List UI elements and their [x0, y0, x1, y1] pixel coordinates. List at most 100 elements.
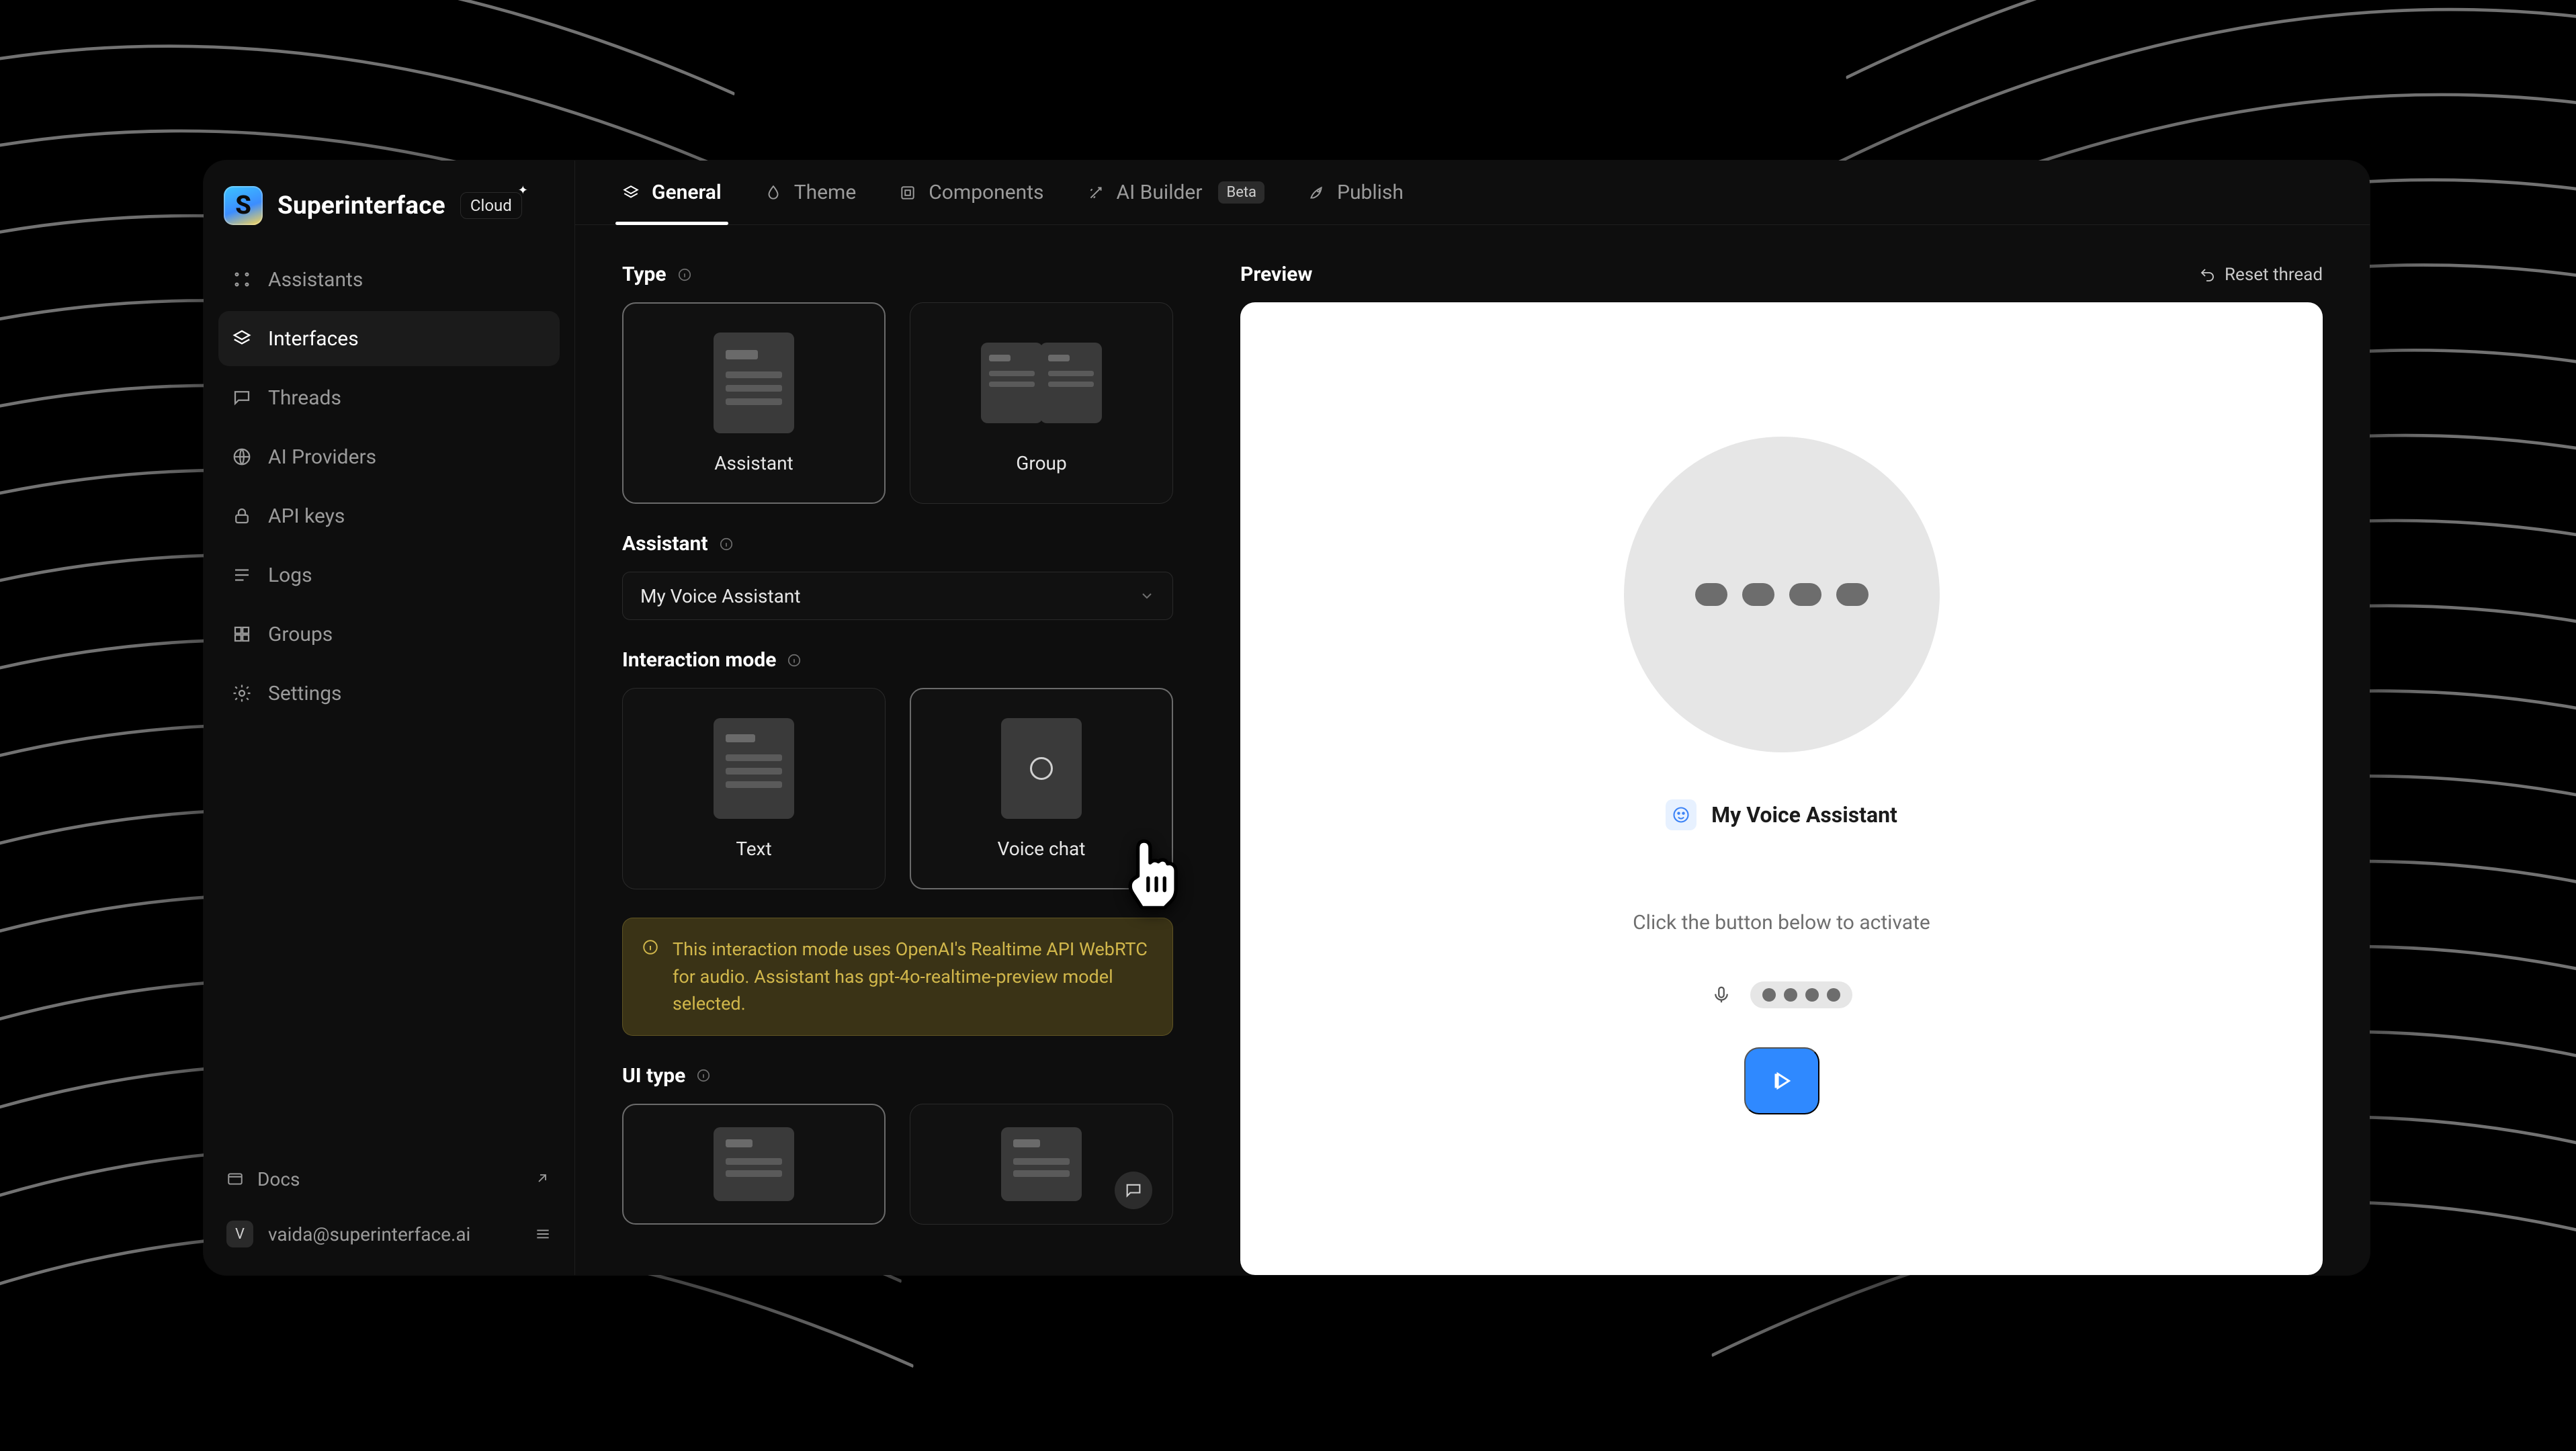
select-value: My Voice Assistant [640, 585, 801, 607]
mode-card-text[interactable]: Text [622, 688, 886, 889]
account-email: vaida@superinterface.ai [268, 1223, 470, 1245]
ui-type-card-a[interactable] [622, 1104, 886, 1225]
sidebar-item-label: Logs [268, 564, 312, 587]
layers-icon [232, 328, 252, 349]
tab-components[interactable]: Components [899, 161, 1043, 224]
window-icon [226, 1170, 244, 1188]
sidebar-item-label: Groups [268, 623, 333, 646]
brand-cloud-badge: Cloud [460, 192, 522, 219]
sidebar-item-label: Threads [268, 386, 341, 410]
layers-icon [622, 184, 640, 202]
ui-type-card-b[interactable] [910, 1104, 1173, 1225]
tab-theme[interactable]: Theme [765, 161, 857, 224]
mode-options: Text Voice chat [622, 688, 1187, 889]
assistant-select[interactable]: My Voice Assistant [622, 572, 1173, 620]
card-thumbnail-icon [714, 333, 794, 433]
preview-status-row [1711, 981, 1852, 1008]
mode-section-label: Interaction mode [622, 648, 1187, 672]
notice-text: This interaction mode uses OpenAI's Real… [673, 936, 1154, 1018]
assistant-name: My Voice Assistant [1711, 802, 1897, 828]
preview-panel: My Voice Assistant Click the button belo… [1240, 302, 2323, 1275]
reset-label: Reset thread [2225, 265, 2323, 285]
sidebar-item-ai-providers[interactable]: AI Providers [218, 429, 560, 484]
sidebar: S Superinterface Cloud Assistants Interf… [204, 161, 575, 1275]
sidebar-item-interfaces[interactable]: Interfaces [218, 311, 560, 366]
grid-icon [232, 624, 252, 644]
sparkles-icon [232, 269, 252, 290]
info-icon[interactable] [719, 537, 734, 552]
beta-badge: Beta [1218, 181, 1264, 204]
tab-label: General [652, 181, 722, 204]
info-icon[interactable] [787, 653, 802, 668]
card-label: Voice chat [998, 838, 1086, 860]
sidebar-nav: Assistants Interfaces Threads AI Provide… [204, 252, 574, 721]
brand-name: Superinterface [277, 191, 445, 220]
list-icon [232, 565, 252, 585]
tabbar: General Theme Components AI Builder Beta… [575, 161, 2370, 225]
type-card-group[interactable]: Group [910, 302, 1173, 504]
docs-label: Docs [257, 1168, 300, 1190]
type-section-label: Type [622, 263, 1187, 286]
brand: S Superinterface Cloud [204, 186, 574, 252]
realtime-notice: This interaction mode uses OpenAI's Real… [622, 918, 1173, 1036]
menu-icon [534, 1225, 552, 1243]
sidebar-footer: Docs V vaida@superinterface.ai [204, 1154, 574, 1259]
square-icon [899, 184, 916, 202]
activate-button[interactable] [1744, 1047, 1819, 1114]
tab-publish[interactable]: Publish [1307, 161, 1404, 224]
microphone-icon [1711, 985, 1731, 1005]
sidebar-item-logs[interactable]: Logs [218, 547, 560, 603]
globe-icon [232, 447, 252, 467]
info-icon[interactable] [696, 1068, 711, 1083]
sidebar-item-label: API keys [268, 504, 345, 528]
gear-icon [232, 683, 252, 703]
tab-label: AI Builder [1117, 181, 1203, 204]
preview-title: Preview [1240, 263, 1312, 286]
card-label: Group [1016, 452, 1066, 474]
preview-hint: Click the button below to activate [1633, 911, 1930, 934]
preview-header: Preview Reset thread [1240, 263, 2323, 286]
account-row[interactable]: V vaida@superinterface.ai [218, 1209, 560, 1259]
tab-label: Components [929, 181, 1043, 204]
lock-icon [232, 506, 252, 526]
assistant-face-icon [1666, 799, 1697, 830]
voice-orb [1624, 437, 1940, 752]
wand-icon [1087, 184, 1105, 202]
app-window: S Superinterface Cloud Assistants Interf… [204, 161, 2370, 1275]
ui-type-section-label: UI type [622, 1064, 1187, 1088]
card-thumbnail-icon [1001, 718, 1082, 819]
sidebar-item-label: AI Providers [268, 445, 376, 469]
sidebar-item-threads[interactable]: Threads [218, 370, 560, 425]
card-thumbnail-icon [714, 718, 794, 819]
chevron-down-icon [1139, 588, 1155, 604]
type-options: Assistant Group [622, 302, 1187, 504]
brand-logo-icon: S [224, 186, 263, 225]
external-link-icon [534, 1170, 552, 1188]
status-pill [1750, 981, 1852, 1008]
sidebar-item-settings[interactable]: Settings [218, 666, 560, 721]
sidebar-item-groups[interactable]: Groups [218, 607, 560, 662]
tab-label: Theme [794, 181, 857, 204]
card-thumbnail-icon [714, 1127, 794, 1201]
info-icon[interactable] [677, 267, 692, 282]
undo-icon [2199, 267, 2215, 283]
sidebar-item-api-keys[interactable]: API keys [218, 488, 560, 543]
card-label: Text [736, 838, 771, 860]
sidebar-item-label: Interfaces [268, 327, 359, 351]
sidebar-item-label: Assistants [268, 268, 363, 292]
avatar: V [226, 1221, 253, 1247]
comment-icon [232, 388, 252, 408]
reset-thread-button[interactable]: Reset thread [2199, 265, 2323, 285]
droplet-icon [765, 184, 782, 202]
mode-card-voice-chat[interactable]: Voice chat [910, 688, 1173, 889]
card-thumbnail-icon [981, 333, 1102, 433]
assistant-chip: My Voice Assistant [1666, 799, 1897, 830]
tab-ai-builder[interactable]: AI Builder Beta [1087, 161, 1265, 224]
sidebar-item-label: Settings [268, 682, 342, 705]
tab-general[interactable]: General [622, 161, 722, 224]
type-card-assistant[interactable]: Assistant [622, 302, 886, 504]
chat-bubble-icon [1115, 1172, 1152, 1209]
content: Type Assistant Gr [575, 225, 2370, 1275]
docs-link[interactable]: Docs [218, 1154, 560, 1204]
sidebar-item-assistants[interactable]: Assistants [218, 252, 560, 307]
